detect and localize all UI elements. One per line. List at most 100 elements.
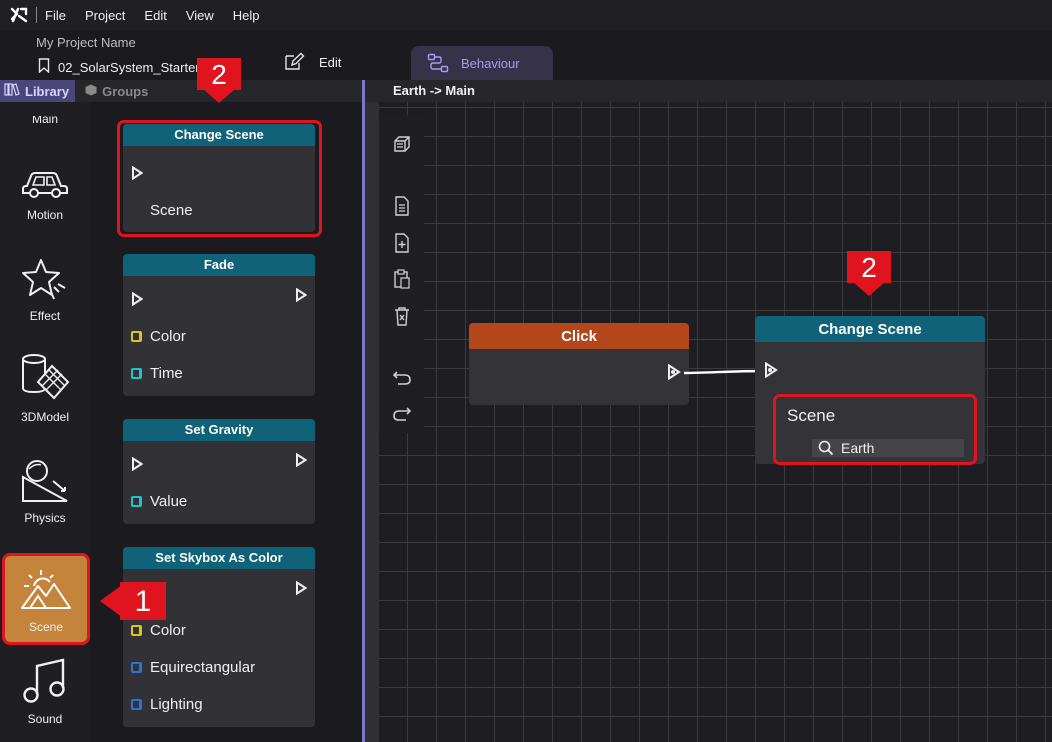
library-node-set-skybox-as-color[interactable]: Set Skybox As Color Color Equirectangula… (123, 547, 315, 727)
node-title: Set Gravity (123, 419, 315, 441)
exec-output-pin-icon[interactable] (295, 581, 307, 595)
category-3dmodel-label: 3DModel (20, 410, 70, 424)
menu-separator (36, 7, 37, 23)
menu-edit[interactable]: Edit (144, 8, 166, 23)
callout-number: 2 (197, 58, 241, 90)
edit-icon (285, 52, 305, 70)
callout-number: 1 (120, 582, 166, 620)
tab-groups[interactable]: Groups (81, 80, 154, 102)
color-pin-icon[interactable] (131, 331, 142, 342)
color-pin-icon[interactable] (131, 625, 142, 636)
library-node-set-gravity[interactable]: Set Gravity Value (123, 419, 315, 524)
node-input-value: Value (131, 493, 187, 510)
scene-icon (21, 570, 71, 609)
number-pin-icon[interactable] (131, 368, 142, 379)
tab-library[interactable]: Library (0, 80, 76, 102)
tab-library-label: Library (25, 83, 70, 99)
category-main-partial[interactable]: Main (0, 116, 90, 128)
input-label: Color (150, 622, 186, 639)
bool-pin-icon[interactable] (131, 699, 142, 710)
menu-file[interactable]: File (45, 8, 66, 23)
highlight-library-change-scene (117, 120, 322, 237)
graph-node-click[interactable]: Click (469, 323, 689, 405)
menu-view[interactable]: View (186, 8, 214, 23)
callout-2-graph: 2 (847, 251, 891, 297)
physics-icon (22, 460, 68, 502)
breadcrumb: Earth -> Main (365, 80, 1052, 102)
category-motion[interactable]: Motion (0, 138, 90, 230)
library-tabs: Library Groups (0, 80, 362, 102)
texture-pin-icon[interactable] (131, 662, 142, 673)
category-sound-label: Sound (27, 712, 63, 726)
paste-icon[interactable] (391, 268, 413, 290)
redo-icon[interactable] (391, 403, 413, 425)
music-note-icon (23, 658, 65, 703)
file-name: 02_SolarSystem_Starter (58, 59, 198, 75)
menu-project[interactable]: Project (85, 8, 125, 23)
callout-pointer (203, 89, 235, 103)
category-motion-label: Motion (26, 208, 64, 222)
category-sound[interactable]: Sound (0, 642, 90, 734)
category-scene-label: Scene (28, 620, 64, 634)
flow-icon (427, 53, 449, 73)
input-label: Equirectangular (150, 659, 256, 676)
node-input-color: Color (131, 328, 186, 345)
add-document-icon[interactable] (391, 232, 413, 254)
node-title: Fade (123, 254, 315, 276)
node-title: Set Skybox As Color (123, 547, 315, 569)
star-icon (22, 259, 66, 300)
exec-input-pin-icon[interactable] (131, 457, 143, 471)
exec-output-pin-icon[interactable] (667, 364, 681, 380)
input-label: Value (150, 493, 188, 510)
exec-output-pin-icon[interactable] (295, 453, 307, 467)
category-physics[interactable]: Physics (0, 441, 90, 533)
car-icon (22, 172, 68, 198)
project-header: My Project Name 02_SolarSystem_Starter E… (0, 30, 1052, 80)
books-icon (4, 83, 20, 99)
app-logo-icon[interactable] (8, 0, 30, 30)
canvas-toolbar (379, 115, 424, 433)
node-input-equirectangular: Equirectangular (131, 659, 255, 676)
undo-icon[interactable] (391, 367, 413, 389)
callout-2-library: 2 (197, 58, 241, 104)
callout-pointer (853, 282, 885, 296)
cube-icon (85, 84, 97, 99)
category-scene[interactable]: Scene (2, 553, 90, 645)
category-rail: Main Motion Effect 3DModel Physics Scene… (0, 102, 90, 742)
exec-input-pin-icon[interactable] (131, 292, 143, 306)
node-title: Change Scene (755, 316, 985, 342)
file-name-row[interactable]: 02_SolarSystem_Starter (38, 58, 198, 76)
tab-behaviour-label: Behaviour (461, 55, 520, 71)
category-effect[interactable]: Effect (0, 239, 90, 331)
model-icon (22, 354, 70, 400)
delete-icon[interactable] (391, 305, 413, 327)
callout-1-scene: 1 (100, 582, 166, 620)
callout-pointer (100, 585, 122, 617)
input-label: Color (150, 328, 186, 345)
node-input-color: Color (131, 622, 186, 639)
highlight-scene-field (773, 394, 977, 465)
node-title: Click (469, 323, 689, 349)
tab-behaviour[interactable]: Behaviour (411, 46, 553, 80)
project-name: My Project Name (36, 35, 136, 50)
input-label: Lighting (150, 696, 203, 713)
callout-number: 2 (847, 251, 891, 283)
node-input-time: Time (131, 365, 183, 382)
bookmark-icon (38, 58, 50, 76)
edit-button[interactable]: Edit (283, 52, 341, 72)
category-effect-label: Effect (29, 309, 61, 323)
category-physics-label: Physics (24, 511, 66, 525)
menu-help[interactable]: Help (233, 8, 260, 23)
frame-icon[interactable] (391, 133, 413, 155)
node-input-lighting: Lighting (131, 696, 203, 713)
number-pin-icon[interactable] (131, 496, 142, 507)
exec-input-pin-icon[interactable] (764, 362, 778, 378)
category-3dmodel[interactable]: 3DModel (0, 340, 90, 432)
document-icon[interactable] (391, 195, 413, 217)
input-label: Time (150, 365, 183, 382)
edit-label: Edit (319, 54, 342, 70)
tab-groups-label: Groups (102, 83, 149, 99)
library-node-fade[interactable]: Fade Color Time (123, 254, 315, 396)
menu-bar: File Project Edit View Help (0, 0, 1052, 30)
exec-output-pin-icon[interactable] (295, 288, 307, 302)
